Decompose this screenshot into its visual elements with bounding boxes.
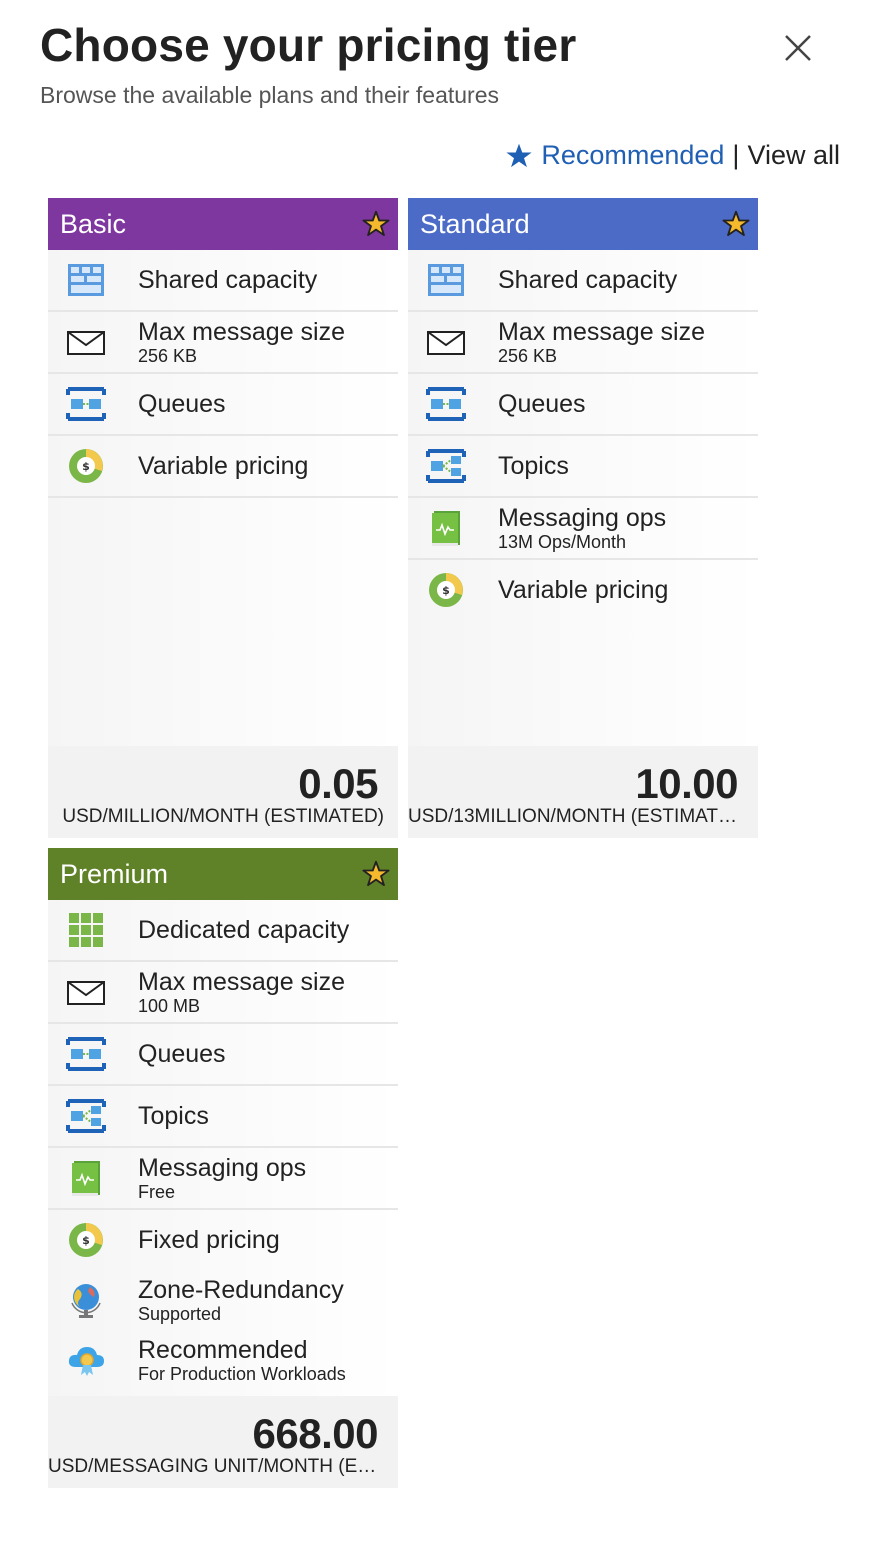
feature-row: Queues: [48, 1024, 398, 1086]
feature-sublabel: 256 KB: [498, 346, 558, 366]
tier-header-basic: Basic: [48, 198, 398, 250]
feature-row: Topics: [48, 1086, 398, 1148]
feature-row: Messaging ops 13M Ops/Month: [408, 498, 758, 560]
pricing-dollar-icon: $: [69, 449, 103, 483]
queues-icon: [426, 387, 466, 421]
feature-label: Queues: [498, 390, 586, 418]
recommended-filter-link[interactable]: Recommended: [505, 140, 724, 171]
feature-label: Max message size: [138, 968, 346, 996]
tier-card-premium[interactable]: Premium Dedicated capacity Max message s…: [48, 848, 398, 1488]
feature-sublabel: Free: [138, 1182, 176, 1202]
price-area: 10.00 USD/13MILLION/MONTH (ESTIMATED): [408, 746, 758, 838]
price-unit: USD/MILLION/MONTH (ESTIMATED): [62, 806, 384, 827]
feature-sublabel: 13M Ops/Month: [498, 532, 627, 552]
feature-row: Max message size 256 KB: [48, 312, 398, 374]
feature-label: Zone-Redundancy: [138, 1276, 344, 1304]
feature-label: Max message size: [138, 318, 346, 346]
feature-sublabel: For Production Workloads: [138, 1364, 346, 1384]
svg-text:$: $: [442, 584, 450, 597]
price-value: 0.05: [298, 760, 378, 807]
envelope-icon: [427, 331, 465, 355]
feature-sublabel: 100 MB: [138, 996, 201, 1016]
close-icon: [785, 35, 811, 61]
feature-row: Queues: [408, 374, 758, 436]
queues-icon: [66, 387, 106, 421]
cloud-badge-icon: [68, 1347, 104, 1376]
feature-sublabel: 256 KB: [138, 346, 198, 366]
feature-row: $ Fixed pricing: [48, 1210, 398, 1270]
star-favorite-icon[interactable]: [722, 210, 750, 238]
price-value: 10.00: [635, 760, 738, 807]
feature-row: Zone-Redundancy Supported: [48, 1270, 398, 1330]
tier-header-premium: Premium: [48, 848, 398, 900]
feature-label: Recommended: [138, 1336, 308, 1364]
view-all-filter-link[interactable]: View all: [747, 140, 840, 171]
queues-icon: [66, 1037, 106, 1071]
feature-label: Shared capacity: [498, 266, 678, 294]
feature-label: Shared capacity: [138, 266, 318, 294]
topics-icon: [66, 1099, 106, 1133]
topics-icon: [426, 449, 466, 483]
feature-label: Variable pricing: [498, 576, 669, 604]
feature-row: Max message size 256 KB: [408, 312, 758, 374]
pricing-dollar-icon: $: [429, 573, 463, 607]
pricing-dollar-icon: $: [69, 1223, 103, 1257]
feature-row: $ Variable pricing: [48, 436, 398, 498]
feature-row: Dedicated capacity: [48, 900, 398, 962]
feature-row: $ Variable pricing: [408, 560, 758, 620]
messaging-ops-icon: [72, 1161, 100, 1196]
feature-row: Recommended For Production Workloads: [48, 1330, 398, 1390]
tier-name: Standard: [420, 209, 530, 239]
filter-separator: |: [732, 140, 740, 170]
globe-icon: [71, 1284, 101, 1318]
price-area: 668.00 USD/MESSAGING UNIT/MONTH (ESTIMAT…: [48, 1396, 398, 1488]
svg-text:$: $: [82, 460, 90, 473]
page-subtitle: Browse the available plans and their fea…: [40, 82, 500, 108]
filter-row: Recommended | View all: [505, 140, 840, 171]
feature-row: Messaging ops Free: [48, 1148, 398, 1210]
messaging-ops-icon: [432, 511, 460, 546]
envelope-icon: [67, 331, 105, 355]
svg-text:$: $: [82, 1234, 90, 1247]
tier-name: Basic: [60, 209, 127, 239]
recommended-filter-label: Recommended: [541, 140, 725, 170]
feature-row: Shared capacity: [48, 250, 398, 312]
tier-header-standard: Standard: [408, 198, 758, 250]
price-unit: USD/13MILLION/MONTH (ESTIMATED): [408, 806, 744, 827]
feature-label: Messaging ops: [498, 504, 667, 532]
feature-label: Fixed pricing: [138, 1226, 280, 1254]
feature-label: Queues: [138, 1040, 226, 1068]
feature-row: Max message size 100 MB: [48, 962, 398, 1024]
feature-label: Topics: [138, 1102, 209, 1130]
page-title: Choose your pricing tier: [40, 19, 577, 71]
feature-sublabel: Supported: [138, 1304, 222, 1324]
feature-label: Messaging ops: [138, 1154, 307, 1182]
close-button[interactable]: [776, 26, 820, 70]
shared-capacity-icon: [428, 264, 464, 296]
envelope-icon: [67, 981, 105, 1005]
price-unit: USD/MESSAGING UNIT/MONTH (ESTIMATED): [48, 1456, 384, 1477]
feature-label: Dedicated capacity: [138, 916, 350, 944]
feature-row: Topics: [408, 436, 758, 498]
feature-label: Queues: [138, 390, 226, 418]
feature-label: Max message size: [498, 318, 706, 346]
feature-row: Queues: [48, 374, 398, 436]
tier-name: Premium: [60, 859, 169, 889]
feature-row: Shared capacity: [408, 250, 758, 312]
star-favorite-icon[interactable]: [362, 210, 390, 238]
star-filled-icon: [506, 143, 532, 167]
price-value: 668.00: [252, 1410, 379, 1457]
tier-card-standard[interactable]: Standard Shared capacity Max message siz…: [408, 198, 758, 838]
price-area: 0.05 USD/MILLION/MONTH (ESTIMATED): [48, 746, 398, 838]
feature-label: Variable pricing: [138, 452, 309, 480]
shared-capacity-icon: [68, 264, 104, 296]
feature-label: Topics: [498, 452, 569, 480]
dedicated-capacity-icon: [69, 913, 103, 947]
star-favorite-icon[interactable]: [362, 860, 390, 888]
tier-card-basic[interactable]: Basic Shared capacity Max message size 2…: [48, 198, 398, 838]
